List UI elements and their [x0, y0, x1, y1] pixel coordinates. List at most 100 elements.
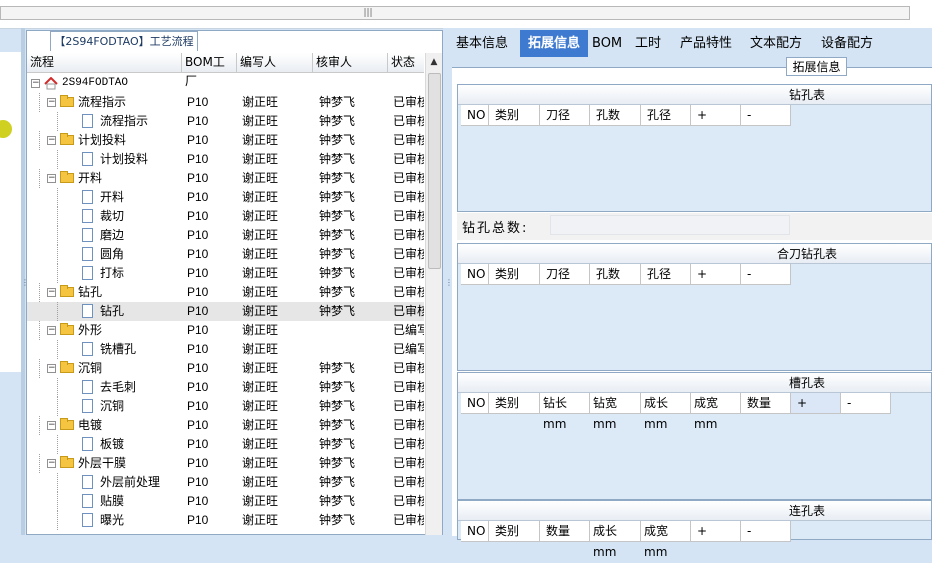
slot-col-drill-width[interactable]: 钻宽mm: [590, 393, 641, 431]
tree-node-label[interactable]: 铣槽孔: [100, 340, 182, 359]
tree-row[interactable]: 圆角 P10 谢正旺 钟梦飞 已审核: [27, 245, 424, 264]
link-col-no[interactable]: NO: [461, 521, 489, 542]
tree-collapse-toggle-icon[interactable]: −: [31, 79, 40, 88]
tree-node-label[interactable]: 外层干膜: [78, 454, 182, 473]
scrollbar-grip-icon[interactable]: |||: [361, 8, 375, 18]
drill-col-no[interactable]: NO: [461, 105, 489, 126]
drill-remove-row-button[interactable]: -: [741, 105, 791, 126]
drill-col-type[interactable]: 类别: [489, 105, 540, 126]
tree-collapse-toggle-icon[interactable]: −: [47, 364, 56, 373]
tree-row[interactable]: 曝光 P10 谢正旺 钟梦飞 已审核: [27, 511, 424, 530]
tree-row[interactable]: 铣槽孔 P10 谢正旺 已编写: [27, 340, 424, 359]
tree-node-label[interactable]: 外层前处理: [100, 473, 182, 492]
tree-row[interactable]: − 钻孔 P10 谢正旺 钟梦飞 已审核: [27, 283, 424, 302]
col-header-bom-factory[interactable]: BOM工厂: [182, 53, 237, 88]
link-col-type[interactable]: 类别: [489, 521, 540, 542]
tree-row[interactable]: − 流程指示 P10 谢正旺 钟梦飞 已审核: [27, 93, 424, 112]
tree-node-label[interactable]: 沉铜: [78, 359, 182, 378]
tree-collapse-toggle-icon[interactable]: −: [47, 98, 56, 107]
combo-col-hole-count[interactable]: 孔数: [590, 264, 641, 285]
combo-col-tool-dia[interactable]: 刀径: [540, 264, 590, 285]
combo-remove-row-button[interactable]: -: [741, 264, 791, 285]
tree-node-label[interactable]: 裁切: [100, 207, 182, 226]
link-add-row-button[interactable]: +: [691, 521, 741, 542]
tree-node-label[interactable]: 板镀: [100, 435, 182, 454]
scroll-thumb[interactable]: [428, 73, 441, 269]
left-splitter[interactable]: ⋮: [21, 28, 29, 535]
tree-node-label[interactable]: 去毛刺: [100, 378, 182, 397]
combo-col-hole-dia[interactable]: 孔径: [641, 264, 691, 285]
slot-remove-row-button[interactable]: -: [841, 393, 891, 414]
tree-row[interactable]: 打标 P10 谢正旺 钟梦飞 已审核: [27, 264, 424, 283]
tree-collapse-toggle-icon[interactable]: −: [47, 459, 56, 468]
tree-row[interactable]: 板镀 P10 谢正旺 钟梦飞 已审核: [27, 435, 424, 454]
tree-row[interactable]: − 开料 P10 谢正旺 钟梦飞 已审核: [27, 169, 424, 188]
col-header-reviewer[interactable]: 核审人: [313, 53, 388, 72]
combo-col-no[interactable]: NO: [461, 264, 489, 285]
tree-row[interactable]: 流程指示 P10 谢正旺 钟梦飞 已审核: [27, 112, 424, 131]
tree-collapse-toggle-icon[interactable]: −: [47, 326, 56, 335]
tree-collapse-toggle-icon[interactable]: −: [47, 288, 56, 297]
tree-row[interactable]: 沉铜 P10 谢正旺 钟梦飞 已审核: [27, 397, 424, 416]
slot-col-finish-width[interactable]: 成宽mm: [691, 393, 741, 431]
tree-row[interactable]: 计划投料 P10 谢正旺 钟梦飞 已审核: [27, 150, 424, 169]
tree-row[interactable]: 磨边 P10 谢正旺 钟梦飞 已审核: [27, 226, 424, 245]
tab-basic-info[interactable]: 基本信息: [452, 30, 512, 57]
tree-node-label[interactable]: 外形: [78, 321, 182, 340]
tree-node-label[interactable]: 贴膜: [100, 492, 182, 511]
col-header-writer[interactable]: 编写人: [237, 53, 313, 72]
tab-product-features[interactable]: 产品特性: [678, 30, 734, 57]
slot-add-row-button[interactable]: +: [791, 393, 841, 414]
drill-total-input[interactable]: [550, 215, 790, 235]
tree-row[interactable]: 贴膜 P10 谢正旺 钟梦飞 已审核: [27, 492, 424, 511]
drill-col-hole-count[interactable]: 孔数: [590, 105, 641, 126]
tree-node-label[interactable]: 流程指示: [100, 112, 182, 131]
slot-col-type[interactable]: 类别: [489, 393, 540, 414]
tree-node-label[interactable]: 电镀: [78, 416, 182, 435]
tree-row[interactable]: 外层前处理 P10 谢正旺 钟梦飞 已审核: [27, 473, 424, 492]
drill-col-hole-dia[interactable]: 孔径: [641, 105, 691, 126]
tree-node-label[interactable]: 开料: [78, 169, 182, 188]
tree-vertical-scrollbar[interactable]: ▲: [425, 53, 442, 535]
slot-col-no[interactable]: NO: [461, 393, 489, 414]
tree-node-label[interactable]: 沉铜: [100, 397, 182, 416]
tab-equipment-recipe[interactable]: 设备配方: [818, 30, 876, 57]
tree-row[interactable]: − 2S94FODTAO: [27, 74, 424, 93]
tree-row[interactable]: 开料 P10 谢正旺 钟梦飞 已审核: [27, 188, 424, 207]
tree-node-label[interactable]: 磨边: [100, 226, 182, 245]
subtab-extended-info[interactable]: 拓展信息: [786, 57, 847, 76]
tree-row[interactable]: 去毛刺 P10 谢正旺 钟梦飞 已审核: [27, 378, 424, 397]
middle-splitter[interactable]: ⋮: [443, 28, 453, 535]
link-col-finish-width[interactable]: 成宽mm: [641, 521, 691, 559]
drill-col-tool-dia[interactable]: 刀径: [540, 105, 590, 126]
col-header-process[interactable]: 流程: [27, 53, 182, 72]
tree-node-label[interactable]: 圆角: [100, 245, 182, 264]
slot-col-drill-length[interactable]: 钻长mm: [540, 393, 590, 431]
tree-row[interactable]: − 外层干膜 P10 谢正旺 钟梦飞 已审核: [27, 454, 424, 473]
link-remove-row-button[interactable]: -: [741, 521, 791, 542]
tab-bom[interactable]: BOM: [592, 30, 622, 57]
slot-col-quantity[interactable]: 数量: [741, 393, 791, 414]
tree-node-label[interactable]: 打标: [100, 264, 182, 283]
tree-collapse-toggle-icon[interactable]: −: [47, 421, 56, 430]
tree-node-label[interactable]: 计划投料: [100, 150, 182, 169]
drill-add-row-button[interactable]: +: [691, 105, 741, 126]
combo-add-row-button[interactable]: +: [691, 264, 741, 285]
tree-node-label[interactable]: 计划投料: [78, 131, 182, 150]
tree-row[interactable]: 钻孔 P10 谢正旺 钟梦飞 已审核: [27, 302, 424, 321]
tab-extended-info[interactable]: 拓展信息: [520, 30, 588, 57]
combo-col-type[interactable]: 类别: [489, 264, 540, 285]
tab-text-recipe[interactable]: 文本配方: [747, 30, 805, 57]
tree-row[interactable]: 裁切 P10 谢正旺 钟梦飞 已审核: [27, 207, 424, 226]
tree-collapse-toggle-icon[interactable]: −: [47, 174, 56, 183]
slot-col-finish-length[interactable]: 成长mm: [641, 393, 691, 431]
scroll-up-arrow-icon[interactable]: ▲: [426, 53, 442, 71]
tree-row[interactable]: − 电镀 P10 谢正旺 钟梦飞 已审核: [27, 416, 424, 435]
tree-row[interactable]: − 计划投料 P10 谢正旺 钟梦飞 已审核: [27, 131, 424, 150]
tree-node-label[interactable]: 2S94FODTAO: [62, 74, 182, 93]
tree-panel-tab[interactable]: 【2S94FODTAO】工艺流程: [50, 31, 198, 51]
horizontal-scrollbar[interactable]: |||: [0, 6, 910, 20]
tree-node-label[interactable]: 钻孔: [78, 283, 182, 302]
tree-node-label[interactable]: 开料: [100, 188, 182, 207]
tree-node-label[interactable]: 曝光: [100, 511, 182, 530]
